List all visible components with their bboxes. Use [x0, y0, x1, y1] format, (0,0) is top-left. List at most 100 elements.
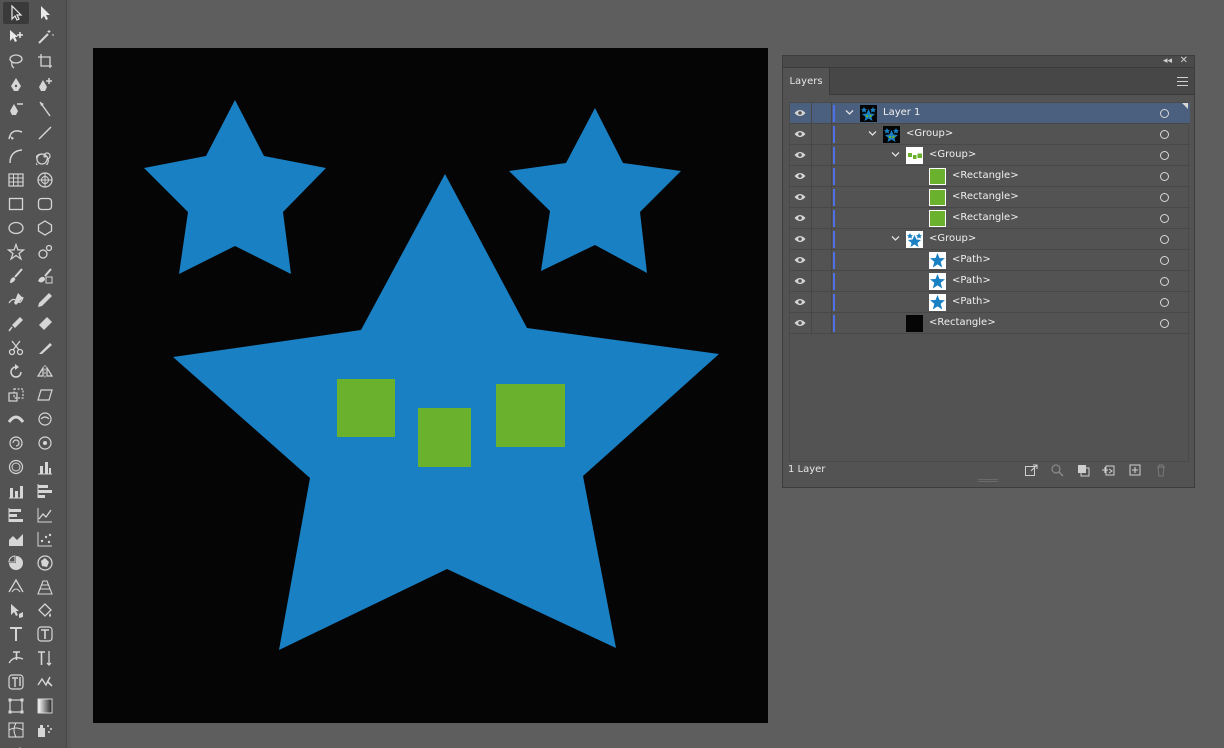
lasso-tool-button[interactable]	[3, 50, 29, 72]
selection-indicator[interactable]	[1182, 103, 1188, 109]
sublayer-row[interactable]: <Rectangle>	[790, 313, 1190, 334]
shaper-tool-button[interactable]	[3, 289, 29, 311]
area-graph-tool-button[interactable]	[3, 528, 29, 550]
sublayer-row[interactable]: <Group>	[790, 229, 1190, 250]
slice-select-tool-button[interactable]	[32, 743, 58, 748]
close-panel-button[interactable]: ✕	[1180, 55, 1188, 67]
knife-tool-button[interactable]	[32, 337, 58, 359]
layers-list[interactable]: Layer 1 <Group> <Group> <Rectangle> <Rectang…	[789, 102, 1190, 462]
line-segment-tool-button[interactable]	[32, 122, 58, 144]
visibility-eye-icon[interactable]	[794, 150, 806, 160]
anchor-point-tool-button[interactable]	[32, 98, 58, 120]
target-circle-icon[interactable]	[1160, 109, 1169, 118]
sublayer-row[interactable]: <Rectangle>	[790, 208, 1190, 229]
arc-tool-button[interactable]	[3, 145, 29, 167]
visibility-eye-icon[interactable]	[794, 171, 806, 181]
chevron-down-icon[interactable]	[891, 151, 900, 158]
target-circle-icon[interactable]	[1160, 193, 1169, 202]
layer-name[interactable]: <Group>	[929, 233, 976, 245]
scissors-tool-button[interactable]	[3, 337, 29, 359]
lock-toggle[interactable]	[831, 145, 832, 166]
smooth-tool-button[interactable]	[3, 313, 29, 335]
sublayer-row[interactable]: <Path>	[790, 250, 1190, 271]
layer-name[interactable]: <Rectangle>	[952, 170, 1019, 182]
layer-name[interactable]: <Rectangle>	[929, 317, 996, 329]
layer-name[interactable]: <Path>	[952, 254, 991, 266]
slice-tool-button[interactable]	[3, 743, 29, 748]
symbol-sprayer-tool-button[interactable]	[32, 719, 58, 741]
free-transform-tool-button[interactable]	[3, 695, 29, 717]
sublayer-row[interactable]: <Path>	[790, 292, 1190, 313]
target-circle-icon[interactable]	[1160, 214, 1169, 223]
create-sublayer-icon[interactable]	[1101, 463, 1115, 477]
layer-name[interactable]: <Group>	[906, 128, 953, 140]
sublayer-row[interactable]: <Rectangle>	[790, 187, 1190, 208]
export-for-screens-icon[interactable]	[1024, 463, 1038, 477]
touch-type-tool-button[interactable]	[32, 671, 58, 693]
tab-layers[interactable]: Layers	[783, 68, 830, 95]
twirl-tool-button[interactable]	[3, 432, 29, 454]
type-on-path-tool-button[interactable]	[3, 647, 29, 669]
pie-graph-tool-button[interactable]	[3, 552, 29, 574]
target-circle-icon[interactable]	[1160, 298, 1169, 307]
star-tool-button[interactable]	[3, 241, 29, 263]
make-clipping-mask-icon[interactable]	[1076, 463, 1090, 477]
panel-resize-grip[interactable]	[978, 479, 998, 483]
pen-tool-button[interactable]	[3, 74, 29, 96]
visibility-eye-icon[interactable]	[794, 276, 806, 286]
reflect-tool-button[interactable]	[32, 361, 58, 383]
vertical-area-type-tool-button[interactable]	[3, 671, 29, 693]
create-new-layer-icon[interactable]	[1128, 463, 1142, 477]
chevron-down-icon[interactable]	[845, 109, 854, 116]
layer-name[interactable]: Layer 1	[883, 107, 920, 119]
group-selection-tool-button[interactable]	[3, 26, 29, 48]
collapse-panel-button[interactable]: ◂◂	[1163, 55, 1172, 67]
layer-name[interactable]: <Path>	[952, 296, 991, 308]
sublayer-row[interactable]: <Group>	[790, 124, 1190, 145]
rounded-rectangle-tool-button[interactable]	[32, 193, 58, 215]
perspective-grid-tool-button[interactable]	[32, 576, 58, 598]
mesh-tool-button[interactable]	[3, 576, 29, 598]
vertical-type-tool-button[interactable]	[32, 647, 58, 669]
paintbrush-tool-button[interactable]	[3, 265, 29, 287]
column-graph-tool-button[interactable]	[32, 456, 58, 478]
lock-toggle[interactable]	[831, 166, 832, 187]
rectangle-tool-button[interactable]	[3, 193, 29, 215]
visibility-eye-icon[interactable]	[794, 234, 806, 244]
stacked-column-graph-tool-button[interactable]	[3, 480, 29, 502]
target-circle-icon[interactable]	[1160, 277, 1169, 286]
bloat-tool-button[interactable]	[3, 456, 29, 478]
polygon-tool-button[interactable]	[32, 217, 58, 239]
chevron-down-icon[interactable]	[891, 235, 900, 242]
visibility-eye-icon[interactable]	[794, 213, 806, 223]
sublayer-row[interactable]: <Rectangle>	[790, 166, 1190, 187]
visibility-eye-icon[interactable]	[794, 255, 806, 265]
visibility-eye-icon[interactable]	[794, 129, 806, 139]
curvature-tool-button[interactable]	[3, 122, 29, 144]
target-circle-icon[interactable]	[1160, 256, 1169, 265]
lock-toggle[interactable]	[831, 250, 832, 271]
flare-tool-button[interactable]	[32, 241, 58, 263]
locate-object-icon[interactable]	[1050, 463, 1064, 477]
magic-wand-tool-button[interactable]	[32, 26, 58, 48]
sublayer-row[interactable]: <Group>	[790, 145, 1190, 166]
lock-toggle[interactable]	[831, 271, 832, 292]
blob-brush-tool-button[interactable]	[32, 265, 58, 287]
ellipse-tool-button[interactable]	[3, 217, 29, 239]
lock-toggle[interactable]	[831, 229, 832, 250]
delete-anchor-point-tool-button[interactable]	[3, 98, 29, 120]
width-tool-button[interactable]	[3, 408, 29, 430]
area-type-tool-button[interactable]	[32, 623, 58, 645]
target-circle-icon[interactable]	[1160, 235, 1169, 244]
chevron-down-icon[interactable]	[868, 130, 877, 137]
lock-toggle[interactable]	[831, 187, 832, 208]
artboard-canvas[interactable]	[93, 48, 768, 723]
target-circle-icon[interactable]	[1160, 172, 1169, 181]
target-circle-icon[interactable]	[1160, 319, 1169, 328]
live-paint-bucket-tool-button[interactable]	[32, 600, 58, 622]
visibility-eye-icon[interactable]	[794, 108, 806, 118]
bar-graph-tool-button[interactable]	[32, 480, 58, 502]
green-rectangle-3[interactable]	[496, 384, 565, 447]
add-anchor-point-tool-button[interactable]	[32, 74, 58, 96]
perspective-selection-tool-button[interactable]	[3, 600, 29, 622]
